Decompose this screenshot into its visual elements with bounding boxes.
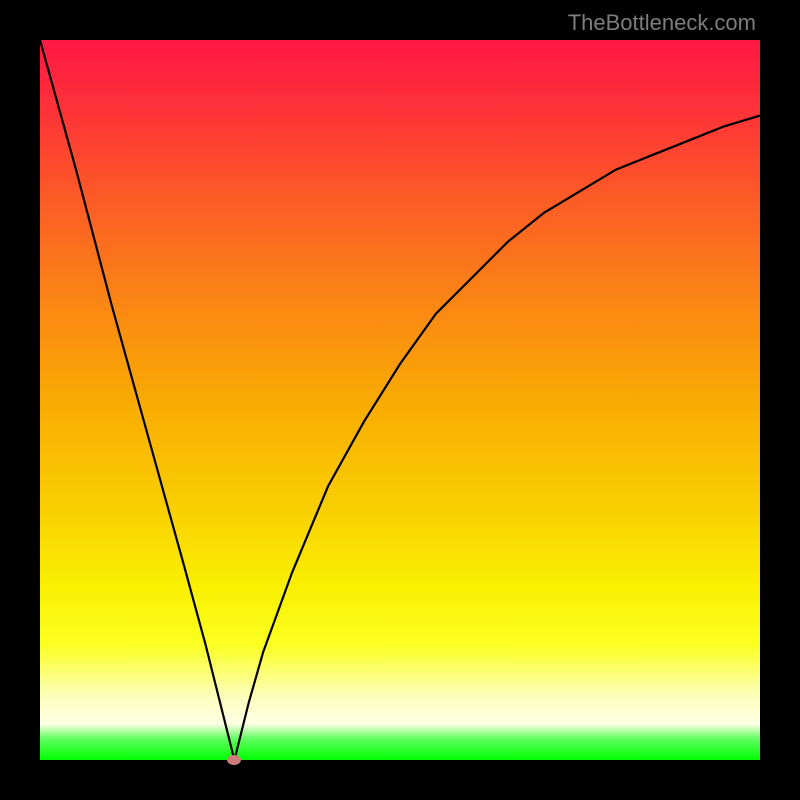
chart-frame: TheBottleneck.com [0, 0, 800, 800]
minimum-marker-icon [227, 755, 241, 765]
plot-area [40, 40, 760, 760]
bottleneck-curve [40, 40, 760, 760]
watermark-text: TheBottleneck.com [568, 10, 756, 36]
